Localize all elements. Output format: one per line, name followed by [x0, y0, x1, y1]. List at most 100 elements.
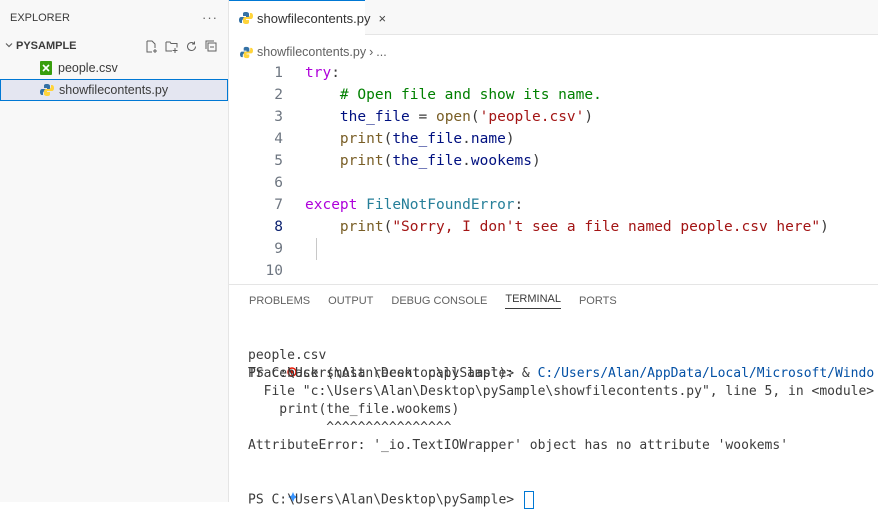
- python-file-icon: [239, 44, 253, 60]
- tab-ports[interactable]: PORTS: [579, 295, 617, 307]
- code-line[interactable]: 10: [229, 260, 878, 282]
- code-token: ): [532, 153, 541, 169]
- code-token: FileNotFoundError: [366, 197, 515, 213]
- tab-showfilecontents[interactable]: showfilecontents.py ×: [229, 0, 386, 35]
- line-number: 7: [274, 197, 283, 213]
- tab-terminal[interactable]: TERMINAL: [505, 293, 561, 309]
- code-token: (: [383, 131, 393, 147]
- code-token: (: [470, 109, 480, 125]
- chevron-down-icon[interactable]: [4, 40, 16, 53]
- code-token: .: [462, 153, 471, 169]
- line-number: 9: [274, 241, 283, 257]
- code-token: open: [435, 109, 471, 125]
- code-text: print(the_file.name): [305, 128, 515, 150]
- tab-label: showfilecontents.py: [257, 10, 371, 26]
- collapse-all-icon[interactable]: [205, 40, 218, 53]
- code-token: try: [305, 65, 332, 81]
- code-token: .: [462, 131, 471, 147]
- terminal-text: Traceback (most recent call last):: [248, 366, 515, 381]
- code-line[interactable]: 6: [229, 172, 878, 194]
- terminal-text: AttributeError: '_io.TextIOWrapper' obje…: [248, 438, 789, 453]
- terminal-last-prompt-line: PS C:\Users\Alan\Desktop\pySample>: [229, 455, 534, 509]
- code-line[interactable]: 1 try:: [229, 62, 878, 84]
- code-token: ): [505, 131, 515, 147]
- new-file-icon[interactable]: [145, 40, 158, 53]
- panel-tabs: PROBLEMS OUTPUT DEBUG CONSOLE TERMINAL P…: [229, 285, 878, 317]
- code-token: (: [383, 153, 393, 169]
- code-line[interactable]: 8 print("Sorry, I don't see a file named…: [229, 216, 878, 238]
- file-item-showfilecontents-py[interactable]: showfilecontents.py: [0, 79, 228, 101]
- code-line[interactable]: 7 except FileNotFoundError:: [229, 194, 878, 216]
- error-dot-icon: [234, 347, 297, 401]
- code-text: print(the_file.wookems): [305, 150, 541, 172]
- line-number: 1: [274, 65, 283, 81]
- code-token: ): [820, 219, 829, 235]
- tab-debug-console[interactable]: DEBUG CONSOLE: [391, 295, 487, 307]
- code-text: except FileNotFoundError:: [305, 194, 523, 216]
- code-token: print: [339, 153, 384, 169]
- code-token: =: [409, 109, 436, 125]
- bottom-panel: PROBLEMS OUTPUT DEBUG CONSOLE TERMINAL P…: [229, 284, 878, 509]
- code-token: (: [383, 219, 393, 235]
- line-number: 5: [274, 153, 283, 169]
- code-text: print("Sorry, I don't see a file named p…: [305, 216, 829, 238]
- code-token: except: [305, 197, 358, 213]
- code-token: :: [514, 197, 524, 213]
- folder-pysample[interactable]: PYSAMPLE: [0, 35, 228, 57]
- code-token: the_file: [392, 131, 463, 147]
- code-line[interactable]: 5 print(the_file.wookems): [229, 150, 878, 172]
- file-name: showfilecontents.py: [59, 83, 169, 97]
- code-text: the_file = open('people.csv'): [305, 106, 593, 128]
- code-line[interactable]: 9: [229, 238, 878, 260]
- code-token: the_file: [339, 109, 410, 125]
- code-token: ): [584, 109, 594, 125]
- code-token: 'people.csv': [479, 109, 585, 125]
- terminal-prompt-line: PS C:\Users\Alan\Desktop\pySample> & C:/…: [229, 329, 874, 381]
- explorer-sidebar: EXPLORER ··· PYSAMPLE people.csv showfil…: [0, 0, 229, 502]
- csv-file-icon: [38, 60, 54, 76]
- terminal-text: File "c:\Users\Alan\Desktop\pySample\sho…: [248, 384, 875, 399]
- code-token: name: [470, 131, 506, 147]
- terminal-text: ^^^^^^^^^^^^^^^^: [248, 420, 452, 435]
- explorer-header: EXPLORER ···: [0, 0, 228, 35]
- line-number: 8: [274, 219, 283, 235]
- folder-actions: [145, 40, 228, 53]
- python-file-icon: [39, 82, 55, 98]
- line-number: 3: [274, 109, 283, 125]
- code-token: print: [339, 219, 384, 235]
- tab-output[interactable]: OUTPUT: [328, 295, 373, 307]
- code-line[interactable]: 3 the_file = open('people.csv'): [229, 106, 878, 128]
- file-item-people-csv[interactable]: people.csv: [0, 57, 228, 79]
- tab-problems[interactable]: PROBLEMS: [249, 295, 310, 307]
- new-folder-icon[interactable]: [165, 40, 178, 53]
- code-line[interactable]: 4 print(the_file.name): [229, 128, 878, 150]
- code-line[interactable]: 2 # Open file and show its name.: [229, 84, 878, 106]
- folder-name: PYSAMPLE: [16, 40, 77, 52]
- close-icon[interactable]: ×: [378, 11, 386, 26]
- file-name: people.csv: [58, 61, 118, 75]
- refresh-icon[interactable]: [185, 40, 198, 53]
- terminal-cursor: [523, 491, 534, 509]
- breadcrumb: showfilecontents.py › ...: [229, 41, 387, 63]
- code-editor[interactable]: 1 try: 2 # Open file and show its name. 3 t…: [229, 62, 878, 284]
- code-token: :: [331, 65, 340, 81]
- line-number: 4: [274, 131, 283, 147]
- code-token: # Open file and show its name.: [339, 87, 602, 103]
- python-file-icon: [239, 10, 253, 26]
- shell-integration-icon: [234, 473, 298, 527]
- terminal-prompt: PS C:\Users\Alan\Desktop\pySample>: [248, 492, 522, 508]
- breadcrumb-separator: ›: [369, 45, 374, 59]
- breadcrumb-symbols[interactable]: ...: [376, 45, 386, 59]
- breadcrumb-file[interactable]: showfilecontents.py: [257, 45, 366, 59]
- terminal-text: people.csv: [248, 348, 327, 363]
- line-number: 6: [274, 175, 283, 191]
- line-number: 10: [265, 263, 283, 279]
- terminal-text: print(the_file.wookems): [248, 402, 460, 417]
- more-actions-icon[interactable]: ···: [202, 10, 218, 25]
- code-token: print: [339, 131, 384, 147]
